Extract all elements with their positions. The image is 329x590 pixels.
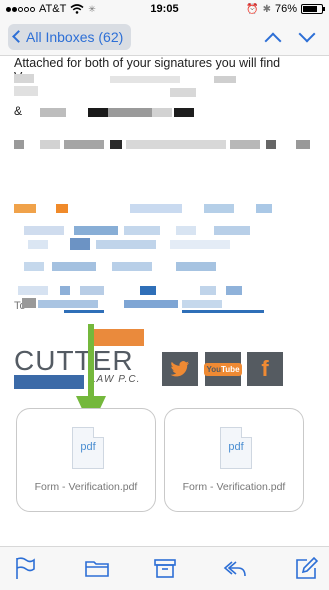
chevron-left-icon (12, 30, 25, 43)
battery-icon (301, 4, 325, 14)
bluetooth-icon: ✱ (262, 3, 271, 15)
compose-icon[interactable] (293, 555, 319, 581)
message-body: Attached for both of your signatures you… (0, 56, 329, 546)
pdf-file-icon: pdf (220, 427, 252, 469)
twitter-icon[interactable] (162, 352, 198, 386)
youtube-icon[interactable]: YouTube (204, 352, 242, 386)
message-intro-text: Attached for both of your signatures you… (14, 56, 281, 70)
chevron-down-icon[interactable] (298, 25, 316, 43)
status-bar: AT&T ✳ 19:05 ⏰ ✱ 76% (0, 0, 329, 20)
back-to-inboxes-button[interactable]: All Inboxes (62) (8, 24, 132, 50)
reply-icon[interactable] (222, 555, 248, 581)
attachment-filename: Form - Verification.pdf (34, 481, 138, 493)
alarm-icon: ⏰ (246, 3, 259, 15)
attachment-card[interactable]: pdf Form - Verification.pdf (16, 408, 156, 512)
status-right: ⏰ ✱ 76% (246, 3, 325, 15)
message-toolbar (0, 546, 329, 590)
mail-navigation-bar: All Inboxes (62) (0, 20, 329, 56)
pdf-file-icon: pdf (72, 427, 104, 469)
flag-icon[interactable] (12, 555, 38, 581)
battery-percent: 76% (274, 3, 297, 15)
attachment-filename: Form - Verification.pdf (182, 481, 286, 493)
facebook-icon[interactable]: f (247, 352, 283, 386)
attachment-card[interactable]: pdf Form - Verification.pdf (164, 408, 304, 512)
archive-icon[interactable] (152, 555, 178, 581)
chevron-up-icon[interactable] (264, 32, 282, 50)
back-label: All Inboxes (62) (26, 29, 124, 45)
folder-icon[interactable] (84, 555, 110, 581)
